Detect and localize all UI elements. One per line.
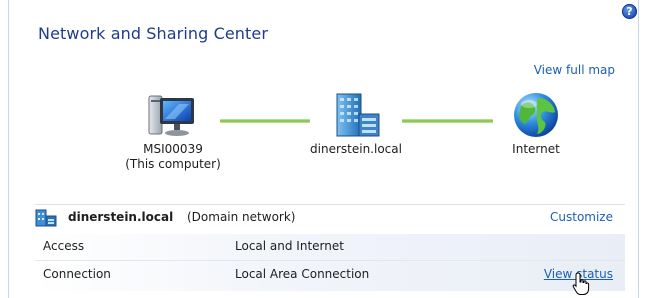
internet-name: Internet [512, 142, 560, 156]
view-full-map-link[interactable]: View full map [534, 63, 615, 77]
detail-value: Local and Internet [235, 239, 344, 253]
domain-name: dinerstein.local [310, 142, 402, 156]
detail-row-connection: Connection Local Area Connection View st… [35, 262, 625, 288]
customize-link[interactable]: Customize [550, 210, 613, 224]
map-node-domain[interactable]: dinerstein.local [296, 92, 416, 157]
active-network-header: dinerstein.local (Domain network) Custom… [35, 207, 625, 229]
network-name: dinerstein.local [68, 210, 174, 224]
section-divider [35, 204, 625, 205]
detail-row-access: Access Local and Internet [35, 234, 625, 260]
computer-subtitle: (This computer) [125, 157, 221, 171]
page-title: Network and Sharing Center [38, 24, 269, 43]
network-type: (Domain network) [187, 210, 296, 224]
detail-label: Access [43, 239, 85, 253]
row-divider [35, 260, 625, 261]
network-details-table: Access Local and Internet Connection Loc… [35, 234, 625, 291]
map-node-computer[interactable]: MSI00039 (This computer) [118, 92, 228, 172]
help-icon[interactable]: ? [622, 4, 637, 19]
map-node-internet[interactable]: Internet [486, 92, 586, 157]
detail-label: Connection [43, 267, 111, 281]
domain-server-icon [336, 93, 380, 137]
computer-icon [148, 95, 194, 136]
internet-globe-icon [514, 93, 558, 137]
computer-name: MSI00039 [143, 142, 203, 156]
detail-value[interactable]: Local Area Connection [235, 267, 369, 281]
hand-pointer-cursor [572, 272, 590, 295]
domain-network-icon [35, 209, 57, 227]
